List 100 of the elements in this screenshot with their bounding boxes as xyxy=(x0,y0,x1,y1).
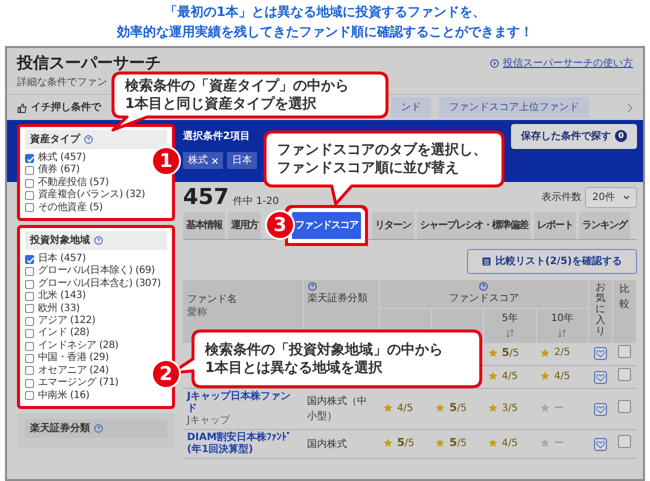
column-header: 比較 xyxy=(620,284,630,310)
checkbox[interactable] xyxy=(25,203,34,212)
checkbox[interactable] xyxy=(25,316,34,326)
tab[interactable]: レポート xyxy=(534,212,576,239)
fund-score: 5/5 xyxy=(449,400,467,416)
column-header: 10年 xyxy=(550,312,575,326)
checkbox-label: 中南米 (16) xyxy=(38,390,90,402)
tab[interactable]: ランキング xyxy=(579,212,630,239)
recommend-label: イチ押し条件で xyxy=(31,100,101,115)
saved-search-button[interactable]: 保存した条件で探す 0 xyxy=(511,124,637,148)
page-subtitle: 詳細な条件でファン xyxy=(17,76,107,90)
result-range: 件中 1-20 xyxy=(232,194,279,208)
fund-score: 3/5 xyxy=(502,402,518,416)
filter-heading: 資産タイプ xyxy=(30,132,80,147)
checkbox[interactable] xyxy=(25,391,34,400)
chevron-right-icon[interactable] xyxy=(627,102,633,112)
per-page-label: 表示件数 xyxy=(541,190,582,204)
fund-score: ー xyxy=(554,402,564,416)
checkbox[interactable] xyxy=(25,378,34,388)
checkbox[interactable] xyxy=(25,292,34,301)
filter-heading: 投資対象地域 xyxy=(30,233,90,248)
fund-score: 5/5 xyxy=(449,435,467,452)
tab[interactable]: 基本情報 xyxy=(183,212,225,239)
checkbox-label: アジア (122) xyxy=(38,315,96,327)
tab[interactable]: ファンドスコア xyxy=(292,212,361,239)
caret-icon xyxy=(623,194,630,200)
checkbox-label: エマージング (71) xyxy=(38,377,118,390)
tab[interactable]: 運用方 xyxy=(228,212,261,239)
checkbox[interactable] xyxy=(25,280,34,289)
list-icon xyxy=(482,257,492,266)
checkbox[interactable] xyxy=(25,342,34,351)
filter-tag[interactable]: 株式 xyxy=(183,152,223,169)
checkbox[interactable] xyxy=(25,366,34,376)
fund-score: 4/5 xyxy=(554,370,570,384)
checkbox[interactable] xyxy=(618,368,631,382)
headline: 「最初の1本」とは異なる地域に投資するファンドを、 効率的な運用実績を残してきたファンド順に確認することができます！ xyxy=(116,4,534,42)
preset-chip[interactable]: ファンドスコア上位ファンド xyxy=(439,97,589,118)
checkbox-label: 中国・香港 (29) xyxy=(38,352,109,365)
checkbox-label: インドネシア (28) xyxy=(38,340,118,352)
fund-score: 4/5 xyxy=(502,436,518,450)
checkbox-label: インド (28) xyxy=(38,327,90,340)
checkbox[interactable] xyxy=(25,166,34,176)
checkbox[interactable] xyxy=(25,304,34,314)
filter-heading: 楽天証券分類 xyxy=(30,422,90,436)
checkbox[interactable] xyxy=(25,354,34,363)
filter-tag[interactable]: 日本 xyxy=(227,152,257,169)
heart-icon[interactable] xyxy=(594,370,607,384)
fund-score: 2/5 xyxy=(554,346,570,360)
checkbox-label: 北米 (143) xyxy=(38,290,86,302)
checkbox-label: 不動産投信 (57) xyxy=(38,176,109,188)
fund-nickname: Jキャップ xyxy=(187,415,232,428)
page-title: 投信スーパーサーチ xyxy=(17,52,161,74)
callout-text: ファンドスコアのタブを選択し、 ファンドスコア順に並び替え xyxy=(277,141,487,177)
fund-score: 4/5 xyxy=(502,370,518,384)
callout-text: 検索条件の「資産タイプ」の中から 1本目と同じ資産タイプを選択 xyxy=(125,77,349,113)
checkbox[interactable] xyxy=(25,267,34,276)
checkbox[interactable] xyxy=(25,190,34,200)
checkbox[interactable] xyxy=(25,154,34,163)
column-header: 楽天証券分類 xyxy=(308,292,368,306)
fund-category: 国内株式 xyxy=(307,438,347,450)
column-header: ファンドスコア xyxy=(448,292,520,306)
checkbox-label: グローバル(日本除く) (69) xyxy=(38,265,155,278)
checkbox[interactable] xyxy=(25,178,34,188)
tab[interactable]: シャープレシオ・標準偏差 xyxy=(417,212,531,239)
fund-category: 国内株式（中小型） xyxy=(307,396,367,422)
checkbox-label: その他資産 (5) xyxy=(38,202,103,214)
thumbs-up-icon xyxy=(17,102,27,112)
result-total: 457 xyxy=(183,184,229,212)
checkbox[interactable] xyxy=(25,254,34,264)
checkbox-label: 債券 (67) xyxy=(38,164,80,176)
checkbox[interactable] xyxy=(25,329,34,338)
sort-icon[interactable] xyxy=(558,328,566,338)
checkbox-label: 資産複合(バランス) (32) xyxy=(38,189,146,202)
tab[interactable]: リターン xyxy=(372,212,414,239)
checkbox-label: 日本 (457) xyxy=(38,253,86,265)
checkbox[interactable] xyxy=(618,400,631,414)
fund-name-link[interactable]: Jキャップ日本株ファンド xyxy=(187,391,299,416)
heart-icon[interactable] xyxy=(594,402,607,416)
help-link[interactable]: 投信スーパーサーチの使い方 xyxy=(503,56,633,70)
sort-icon[interactable] xyxy=(506,328,514,338)
fund-name-link[interactable]: DIAM割安日本株ﾌｧﾝﾄﾞ(年1回決算型) xyxy=(187,432,299,456)
heart-icon[interactable] xyxy=(594,438,607,451)
condition-count: 選択条件2項目 xyxy=(183,130,250,144)
checkbox[interactable] xyxy=(618,435,631,448)
column-header: 5年 xyxy=(500,312,520,326)
compare-list-button[interactable]: 比較リスト(2/5)を確認する xyxy=(467,249,637,274)
column-subheader: 愛称 xyxy=(187,307,208,319)
callout-text: 検索条件の「投資対象地域」の中から 1本目とは異なる地域を選択 xyxy=(205,340,443,377)
preset-chip[interactable]: ンド xyxy=(391,97,431,118)
fund-score: 4/5 xyxy=(397,402,414,416)
per-page-select[interactable]: 20件 xyxy=(585,186,637,208)
checkbox-label: グローバル(日本含む) (307) xyxy=(38,278,161,290)
fund-score: ー xyxy=(554,436,564,450)
checkbox-label: オセアニア (24) xyxy=(38,364,109,377)
fund-score: 5/5 xyxy=(397,435,414,452)
checkbox-label: 欧州 (33) xyxy=(38,302,80,315)
column-header: ファンド名 xyxy=(187,293,238,306)
checkbox[interactable] xyxy=(618,345,631,358)
close-icon[interactable] xyxy=(212,158,218,164)
fund-score: 5/5 xyxy=(502,345,520,361)
